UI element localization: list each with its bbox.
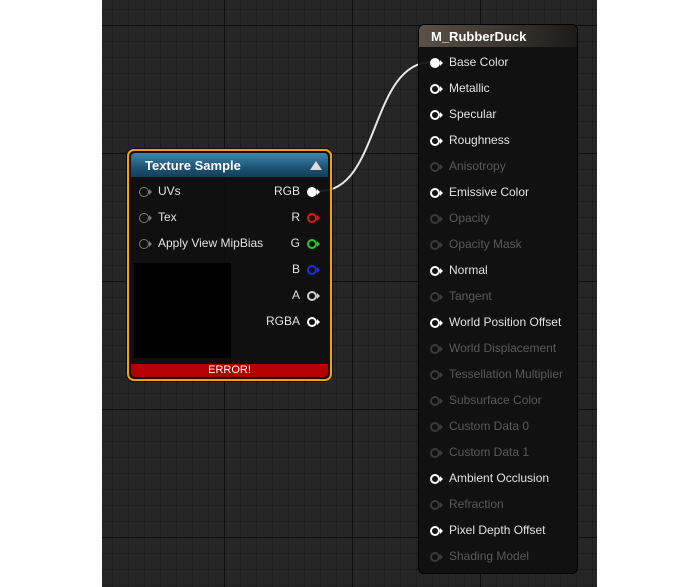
output-pin-label: RGBA xyxy=(265,314,300,328)
input-pin-icon[interactable] xyxy=(430,110,443,120)
material-input-label: Refraction xyxy=(449,497,504,511)
input-pin-icon[interactable] xyxy=(430,240,443,250)
material-input-label: Custom Data 1 xyxy=(449,445,530,459)
input-pin-icon[interactable] xyxy=(430,266,443,276)
output-pin-icon[interactable] xyxy=(307,291,320,301)
input-pin-icon[interactable] xyxy=(430,84,443,94)
input-pin-icon[interactable] xyxy=(430,318,443,328)
material-input-label: World Displacement xyxy=(449,341,557,355)
material-input-label: Subsurface Color xyxy=(449,393,542,407)
input-pin-icon[interactable] xyxy=(430,188,443,198)
material-input-label: Ambient Occlusion xyxy=(449,471,550,485)
material-input-label: Tessellation Multiplier xyxy=(449,367,564,381)
material-input-label: Opacity Mask xyxy=(449,237,522,251)
input-pin-icon[interactable] xyxy=(430,422,443,432)
texture-sample-node[interactable]: Texture Sample UVs Tex Apply View MipBias … xyxy=(127,149,332,381)
input-pin-icon[interactable] xyxy=(430,396,443,406)
material-input-label: Opacity xyxy=(449,211,490,225)
input-pin-icon[interactable] xyxy=(430,370,443,380)
material-input-label: Shading Model xyxy=(449,549,530,563)
output-pin-label: G xyxy=(290,236,300,250)
input-pin-icon[interactable] xyxy=(430,214,443,224)
node-title: Texture Sample xyxy=(145,158,241,173)
output-pin-icon[interactable] xyxy=(307,265,320,275)
material-input-label: Custom Data 0 xyxy=(449,419,530,433)
material-input-label: Tangent xyxy=(449,289,492,303)
output-pin-icon[interactable] xyxy=(307,213,320,223)
input-pin-icon[interactable] xyxy=(430,136,443,146)
output-pin-icon[interactable] xyxy=(307,187,320,197)
output-pin-label: R xyxy=(291,210,300,224)
output-pin-icon[interactable] xyxy=(307,317,320,327)
node-title: M_RubberDuck xyxy=(431,29,527,44)
material-input-label: Emissive Color xyxy=(449,185,530,199)
material-result-node[interactable]: M_RubberDuck Base Color Metallic Specular R… xyxy=(418,24,578,574)
input-pin-icon[interactable] xyxy=(430,474,443,484)
input-pin-icon[interactable] xyxy=(430,344,443,354)
material-input-label: Base Color xyxy=(449,55,509,69)
collapse-arrow-icon[interactable] xyxy=(310,161,322,170)
material-input-label: World Position Offset xyxy=(449,315,562,329)
input-pin-icon[interactable] xyxy=(139,187,152,197)
material-input-label: Anisotropy xyxy=(449,159,506,173)
error-bar: ERROR! xyxy=(131,364,328,377)
input-pin-icon[interactable] xyxy=(139,213,152,223)
material-input-label: Metallic xyxy=(449,81,490,95)
input-pin-label: UVs xyxy=(158,184,181,198)
input-pin-icon[interactable] xyxy=(430,500,443,510)
input-pin-icon[interactable] xyxy=(430,292,443,302)
input-pin-label: Tex xyxy=(158,210,177,224)
node-header[interactable]: Texture Sample xyxy=(131,153,328,177)
material-input-label: Normal xyxy=(449,263,488,277)
input-pin-icon[interactable] xyxy=(139,239,152,249)
material-input-label: Pixel Depth Offset xyxy=(449,523,546,537)
input-pin-icon[interactable] xyxy=(430,448,443,458)
node-header[interactable]: M_RubberDuck xyxy=(419,25,577,47)
texture-preview xyxy=(134,263,231,358)
material-input-label: Roughness xyxy=(449,133,510,147)
input-pin-icon[interactable] xyxy=(430,526,443,536)
input-pin-icon[interactable] xyxy=(430,552,443,562)
input-pin-icon[interactable] xyxy=(430,162,443,172)
input-pin-label: Apply View MipBias xyxy=(158,236,264,250)
output-pin-label: A xyxy=(291,288,300,302)
input-pin-icon[interactable] xyxy=(430,58,443,68)
output-pin-label: RGB xyxy=(273,184,300,198)
material-input-label: Specular xyxy=(449,107,497,121)
output-pin-label: B xyxy=(291,262,300,276)
output-pin-icon[interactable] xyxy=(307,239,320,249)
